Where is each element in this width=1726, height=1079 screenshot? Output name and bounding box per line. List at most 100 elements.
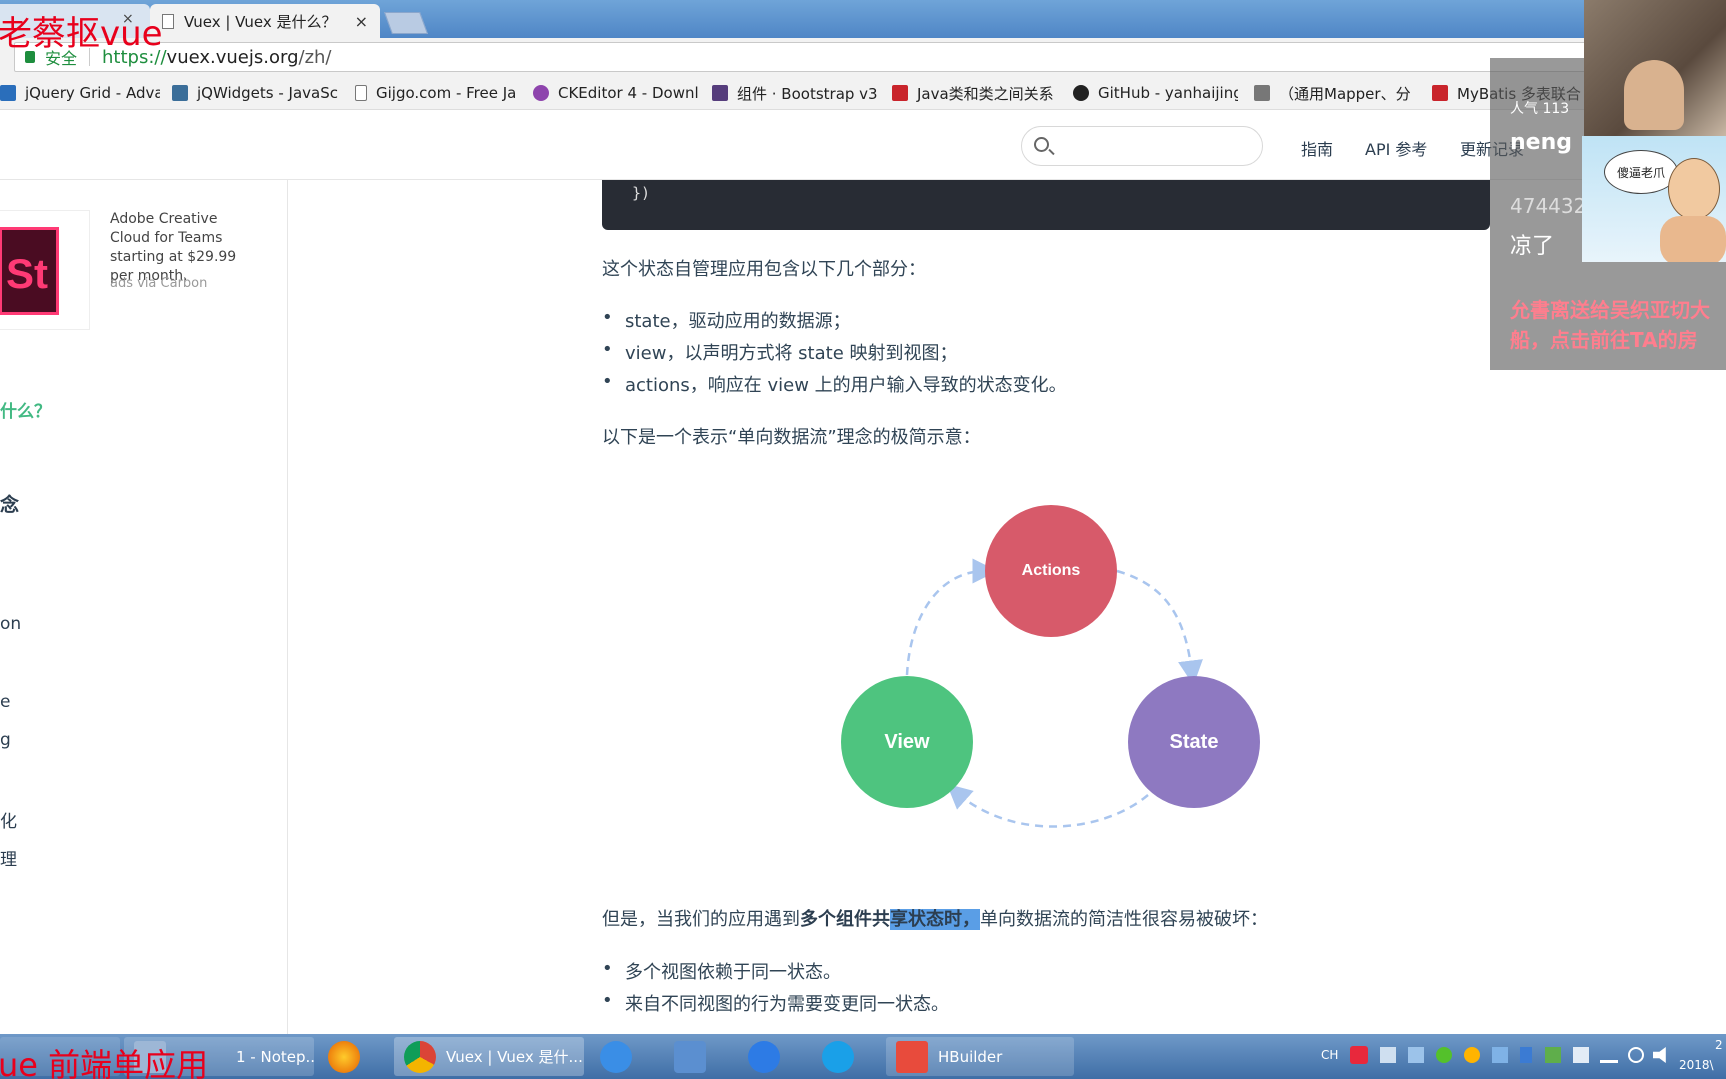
- bookmark-label: Java类和类之间关系: [917, 84, 1054, 103]
- taskbar-chrome[interactable]: Vuex | Vuex 是什...: [394, 1037, 584, 1076]
- browser-icon: [822, 1040, 854, 1073]
- bookmark-label: CKEditor 4 - Downl: [558, 84, 698, 102]
- bookmark-label: （通用Mapper、分: [1279, 84, 1411, 103]
- input-language[interactable]: CH: [1321, 1048, 1338, 1062]
- face-image: [1624, 60, 1684, 130]
- bookmark-label: GitHub - yanhaijing: [1098, 84, 1238, 102]
- tray-icon[interactable]: [1492, 1047, 1508, 1063]
- taskbar-label: HBuilder: [938, 1047, 1003, 1066]
- firefox-icon: [328, 1040, 360, 1073]
- url-path: /zh/: [298, 46, 332, 68]
- sidebar-section-heading[interactable]: 念: [0, 490, 19, 517]
- system-tray: CH 2 2018\: [1315, 1034, 1726, 1079]
- taskbar-hbuilder[interactable]: HBuilder: [886, 1037, 1074, 1076]
- sogou-input-icon[interactable]: [1350, 1046, 1368, 1064]
- tray-icon[interactable]: [1545, 1047, 1561, 1063]
- list-item-text: view，以声明方式将 state 映射到视图；: [625, 343, 958, 364]
- page-icon: [355, 85, 367, 101]
- list-item: actions，响应在 view 上的用户输入导致的状态变化。: [602, 371, 1067, 397]
- arrow-view-to-actions: [905, 558, 998, 676]
- list-item-text: actions，响应在 view 上的用户输入导致的状态变化。: [625, 375, 1067, 396]
- tab-close-icon[interactable]: ×: [355, 12, 368, 31]
- tray-icon[interactable]: [1628, 1047, 1644, 1063]
- volume-icon[interactable]: [1653, 1047, 1666, 1063]
- jqgrid-icon: [0, 85, 16, 101]
- sidebar-item[interactable]: 化: [0, 807, 17, 832]
- taskbar-sogou[interactable]: [590, 1037, 658, 1076]
- clock-date[interactable]: 2018\: [1679, 1058, 1714, 1072]
- list-item-text: 多个视图依赖于同一状态。: [625, 962, 841, 983]
- nav-api[interactable]: API 参考: [1365, 136, 1427, 160]
- strong-text: 多个组件共: [800, 909, 890, 930]
- paragraph-shared-state: 但是，当我们的应用遇到多个组件共享状态时，单向数据流的简洁性很容易被破坏：: [602, 905, 1268, 931]
- selected-text: 享状态时，: [890, 909, 980, 930]
- stream-title-overlay: 老蔡抠vue: [0, 14, 163, 54]
- signal-icon[interactable]: [1600, 1047, 1618, 1063]
- logo-text: St: [6, 250, 48, 297]
- list-item: 多个视图依赖于同一状态。: [602, 958, 841, 984]
- list-item: 来自不同视图的行为需要变更同一状态。: [602, 990, 949, 1016]
- mapper-icon: [1254, 85, 1270, 101]
- tab-title: Vuex | Vuex 是什么？: [184, 12, 337, 31]
- clock-time[interactable]: 2: [1715, 1038, 1723, 1052]
- bookmark-java-relations[interactable]: Java类和类之间关系: [892, 82, 1060, 104]
- ad-via-link[interactable]: ads via Carbon: [110, 276, 207, 291]
- bookmark-gijgo[interactable]: Gijgo.com - Free Ja: [355, 82, 520, 104]
- sogou-icon: [600, 1040, 632, 1073]
- taskbar-browser[interactable]: [812, 1037, 880, 1076]
- tray-icon[interactable]: [1408, 1047, 1424, 1063]
- popularity-count: 人气 113: [1510, 101, 1570, 117]
- paragraph-intro: 这个状态自管理应用包含以下几个部分：: [602, 259, 926, 280]
- tray-icon[interactable]: [1380, 1047, 1396, 1063]
- bookmark-ckeditor[interactable]: CKEditor 4 - Downl: [533, 82, 698, 104]
- bookmark-label: Gijgo.com - Free Ja: [376, 84, 517, 102]
- arrow-actions-to-state: [1116, 569, 1203, 686]
- site-header: 指南 API 参考 更新记录: [0, 110, 1726, 180]
- sidebar: St Adobe Creative Cloud for Teams starti…: [0, 180, 288, 1034]
- bookmark-github[interactable]: GitHub - yanhaijing: [1073, 82, 1238, 104]
- code-line: }): [632, 184, 651, 202]
- code-block: }): [602, 180, 1490, 230]
- hbuilder-icon: [896, 1040, 928, 1073]
- tab-vuex[interactable]: Vuex | Vuex 是什么？ ×: [150, 4, 380, 38]
- qq-icon[interactable]: [1464, 1047, 1480, 1063]
- view-label: View: [884, 730, 930, 753]
- bookmark-mapper[interactable]: （通用Mapper、分: [1254, 82, 1414, 104]
- baidu-cloud-icon: [748, 1040, 780, 1073]
- carbon-ad-image[interactable]: St: [0, 210, 90, 330]
- adobe-stock-logo: St: [0, 227, 59, 315]
- sidebar-item-active[interactable]: 什么？: [0, 397, 51, 422]
- nav-guide[interactable]: 指南: [1301, 136, 1333, 160]
- taskbar-firefox[interactable]: [318, 1037, 386, 1076]
- text: 单向数据流的简洁性很容易被破坏：: [980, 909, 1268, 930]
- sidebar-item[interactable]: g: [0, 730, 11, 750]
- bookmarks-bar: jQuery Grid - Adva jQWidgets - JavaSc Gi…: [0, 76, 1726, 110]
- actions-label: Actions: [1021, 562, 1081, 579]
- gift-message: 允書离送给吴织亚切大: [1510, 298, 1710, 322]
- new-tab-button[interactable]: [383, 12, 429, 34]
- bookmark-jqgrid[interactable]: jQuery Grid - Adva: [0, 82, 160, 104]
- sidebar-item[interactable]: 理: [0, 845, 17, 870]
- sidebar-item[interactable]: on: [0, 614, 21, 634]
- ckeditor-icon: [533, 85, 549, 101]
- tray-icon[interactable]: [1573, 1047, 1589, 1063]
- view-node: View: [841, 676, 973, 808]
- chat-number: 474432: [1510, 194, 1587, 218]
- state-label: State: [1169, 730, 1219, 753]
- text: 但是，当我们的应用遇到: [602, 909, 800, 930]
- one-way-data-flow-diagram: Actions State View: [820, 495, 1280, 840]
- cartoon-sticker: 傻逼老爪: [1582, 136, 1726, 262]
- address-bar[interactable]: 安全 https://vuex.vuejs.org/zh/: [14, 42, 1614, 72]
- search-input[interactable]: [1021, 126, 1263, 166]
- taskbar-network[interactable]: [664, 1037, 732, 1076]
- list-item: state，驱动应用的数据源；: [602, 307, 851, 333]
- bookmark-bootstrap[interactable]: 组件 · Bootstrap v3: [712, 82, 880, 104]
- bluetooth-icon[interactable]: [1520, 1047, 1532, 1063]
- ad-text[interactable]: Adobe Creative Cloud for Teams starting …: [110, 210, 260, 286]
- taskbar-label: Vuex | Vuex 是什...: [446, 1048, 583, 1066]
- wechat-icon[interactable]: [1436, 1047, 1452, 1063]
- sidebar-item[interactable]: e: [0, 692, 10, 712]
- taskbar-baidu[interactable]: [738, 1037, 806, 1076]
- gift-message: 船，点击前往TA的房: [1510, 328, 1698, 352]
- bookmark-jqwidgets[interactable]: jQWidgets - JavaSc: [172, 82, 340, 104]
